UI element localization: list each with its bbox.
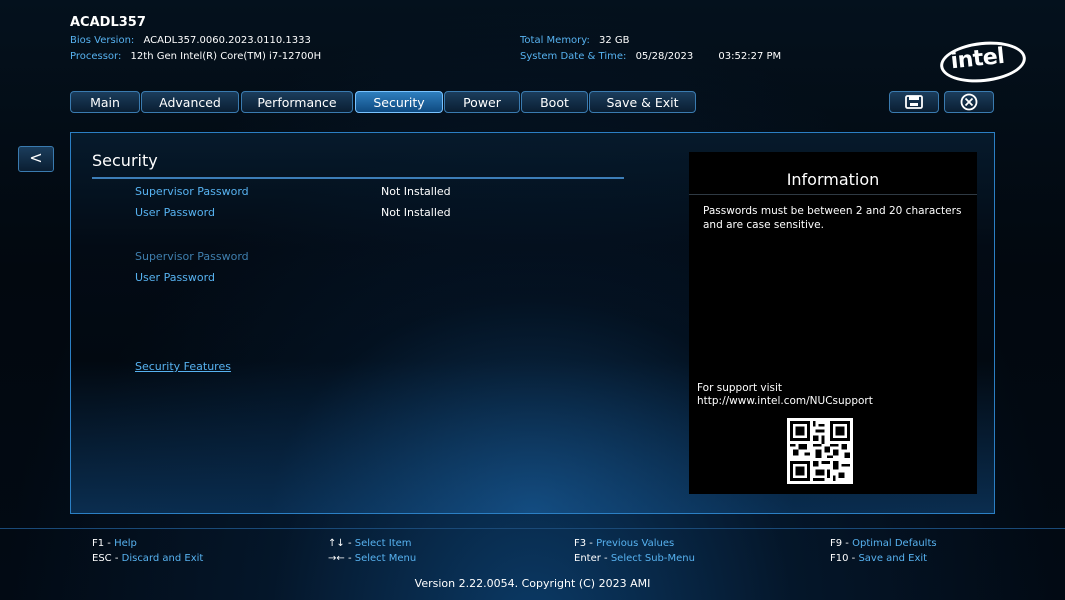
footer-key-f9: F9 - Optimal Defaults: [830, 538, 937, 549]
tab-save-exit[interactable]: Save & Exit: [589, 91, 696, 113]
key-f3: F3: [574, 538, 587, 549]
total-memory-row: Total Memory: 32 GB: [520, 35, 630, 46]
model-name: ACADL357: [70, 15, 146, 30]
information-title: Information: [786, 170, 880, 189]
tab-security[interactable]: Security: [355, 91, 443, 113]
key-up-down-action: Select Item: [354, 538, 412, 549]
processor-label: Processor:: [70, 51, 122, 62]
user-password-status-value: Not Installed: [381, 206, 451, 219]
bios-version-value: ACADL357.0060.2023.0110.1333: [143, 35, 311, 46]
back-button[interactable]: <: [18, 146, 54, 172]
key-esc-action: Discard and Exit: [121, 553, 204, 564]
information-panel: Information Passwords must be between 2 …: [689, 152, 977, 494]
system-date-value[interactable]: 05/28/2023: [636, 51, 694, 62]
key-f10: F10: [830, 553, 849, 564]
key-enter-action: Select Sub-Menu: [610, 553, 695, 564]
save-icon: [905, 95, 923, 109]
key-f9-action: Optimal Defaults: [852, 538, 937, 549]
total-memory-value: 32 GB: [599, 35, 630, 46]
total-memory-label: Total Memory:: [520, 35, 590, 46]
system-time-value[interactable]: 03:52:27 PM: [718, 51, 781, 62]
support-text: For support visit http://www.intel.com/N…: [697, 382, 873, 408]
user-password-setting[interactable]: User Password: [135, 271, 215, 284]
supervisor-password-setting[interactable]: Supervisor Password: [135, 250, 249, 263]
footer-key-left-right: →← - Select Menu: [328, 553, 417, 564]
system-date-row: System Date & Time: 05/28/2023 03:52:27 …: [520, 51, 781, 62]
version-text: Version 2.22.0054. Copyright (C) 2023 AM…: [414, 577, 651, 590]
exit-button[interactable]: [944, 91, 994, 113]
bios-version-row: Bios Version: ACADL357.0060.2023.0110.13…: [70, 35, 311, 46]
tab-performance[interactable]: Performance: [241, 91, 353, 113]
security-features-link[interactable]: Security Features: [135, 360, 231, 373]
key-esc: ESC: [92, 553, 112, 564]
tab-boot[interactable]: Boot: [521, 91, 588, 113]
key-f3-action: Previous Values: [596, 538, 675, 549]
tab-power[interactable]: Power: [444, 91, 520, 113]
key-f9: F9: [830, 538, 843, 549]
footer-key-f3: F3 - Previous Values: [574, 538, 675, 549]
tab-main[interactable]: Main: [70, 91, 140, 113]
supervisor-password-status-value: Not Installed: [381, 185, 451, 198]
key-enter: Enter: [574, 553, 601, 564]
processor-value: 12th Gen Intel(R) Core(TM) i7-12700H: [130, 51, 322, 62]
support-url: http://www.intel.com/NUCsupport: [697, 395, 873, 407]
bios-version-label: Bios Version:: [70, 35, 135, 46]
support-line-1: For support visit: [697, 382, 783, 394]
user-password-status-label: User Password: [135, 206, 215, 219]
section-divider: [92, 177, 624, 179]
save-button[interactable]: [889, 91, 939, 113]
system-date-label: System Date & Time:: [520, 51, 627, 62]
information-text: Passwords must be between 2 and 20 chara…: [703, 205, 962, 231]
key-left-right-action: Select Menu: [354, 553, 417, 564]
footer-key-f10: F10 - Save and Exit: [830, 553, 928, 564]
key-f1: F1: [92, 538, 105, 549]
tab-advanced[interactable]: Advanced: [141, 91, 239, 113]
processor-row: Processor: 12th Gen Intel(R) Core(TM) i7…: [70, 51, 321, 62]
footer-key-arrows: ↑↓ - Select Item: [328, 538, 412, 549]
footer-key-enter: Enter - Select Sub-Menu: [574, 553, 695, 564]
key-f10-action: Save and Exit: [858, 553, 928, 564]
key-f1-action: Help: [114, 538, 137, 549]
footer-key-esc: ESC - Discard and Exit: [92, 553, 204, 564]
qr-code-icon: [787, 418, 853, 484]
key-left-right: →←: [328, 553, 345, 564]
section-title: Security: [92, 151, 158, 170]
close-icon: [960, 93, 978, 111]
information-divider: [689, 194, 977, 195]
footer-divider: [0, 528, 1065, 529]
supervisor-password-status-label: Supervisor Password: [135, 185, 249, 198]
key-up-down: ↑↓: [328, 538, 345, 549]
intel-logo-text: intel: [949, 43, 1006, 75]
footer-key-f1: F1 - Help: [92, 538, 137, 549]
